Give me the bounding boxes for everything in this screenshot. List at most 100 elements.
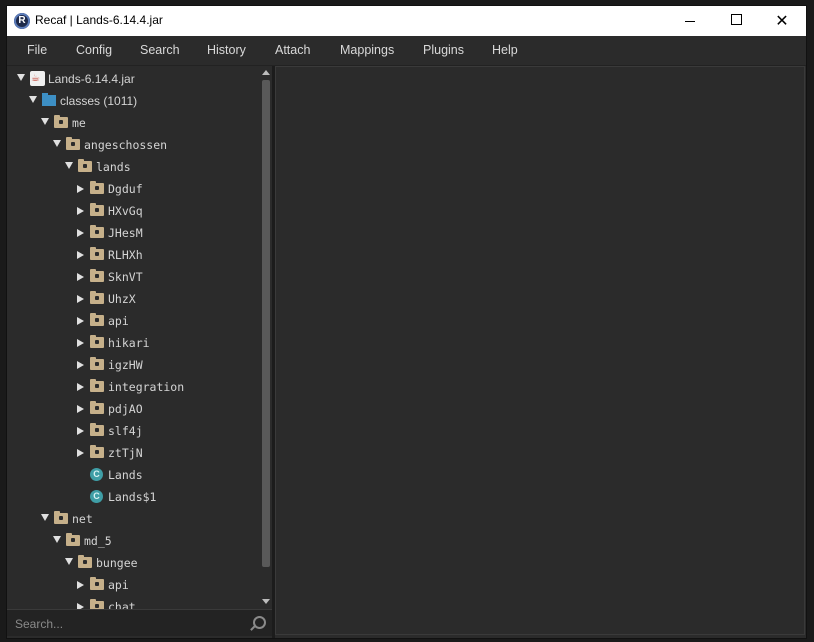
tree-item[interactable]: slf4j [7,420,257,442]
package-icon [90,203,104,216]
collapse-arrow-icon[interactable] [77,338,84,347]
tree-item-label: integration [108,380,185,394]
collapse-arrow-icon[interactable] [77,404,84,413]
tree-item[interactable]: hikari [7,332,257,354]
tree-item[interactable]: chat [7,596,257,609]
tree-item[interactable]: RLHXh [7,244,257,266]
expand-arrow-icon[interactable] [29,96,37,103]
collapse-arrow-icon[interactable] [77,184,84,193]
expand-arrow-icon[interactable] [65,558,73,565]
package-icon [78,555,92,568]
menu-file[interactable]: File [17,36,57,65]
tree-item[interactable]: angeschossen [7,134,257,156]
package-icon [66,137,80,150]
tree-item[interactable]: pdjAO [7,398,257,420]
tree-item-label: ztTjN [108,446,143,460]
tree-item-label: Lands-6.14.4.jar [48,72,135,86]
tree-item[interactable]: SknVT [7,266,257,288]
package-icon [54,115,68,128]
tree-item[interactable]: ztTjN [7,442,257,464]
menu-history[interactable]: History [197,36,256,65]
minimize-button[interactable] [667,6,713,36]
tree-search [7,609,272,636]
tree-item-label: JHesM [108,226,143,240]
tree-item-label: slf4j [108,424,143,438]
class-icon [90,490,103,503]
tree-item[interactable]: api [7,574,257,596]
tree-item-label: RLHXh [108,248,143,262]
tree-item[interactable]: Lands-6.14.4.jar [7,68,257,90]
collapse-arrow-icon[interactable] [77,360,84,369]
app-window: Recaf | Lands-6.14.4.jar ✕ File Config S… [7,6,806,638]
menu-search[interactable]: Search [130,36,190,65]
tree-item[interactable]: HXvGq [7,200,257,222]
package-icon [90,357,104,370]
minimize-icon [685,20,695,22]
tree-item[interactable]: net [7,508,257,530]
expand-arrow-icon[interactable] [41,118,49,125]
collapse-arrow-icon[interactable] [77,206,84,215]
package-icon [90,225,104,238]
collapse-arrow-icon[interactable] [77,382,84,391]
tree-item-label: bungee [96,556,138,570]
tree-item[interactable]: JHesM [7,222,257,244]
tree-item[interactable]: Lands$1 [7,486,257,508]
scroll-up-icon[interactable] [262,70,270,75]
tree-item-label: lands [96,160,131,174]
expand-arrow-icon[interactable] [17,74,25,81]
menu-mappings[interactable]: Mappings [330,36,404,65]
package-icon [90,181,104,194]
tree-item[interactable]: api [7,310,257,332]
collapse-arrow-icon[interactable] [77,580,84,589]
editor-pane[interactable] [275,66,805,635]
title-bar[interactable]: Recaf | Lands-6.14.4.jar ✕ [7,6,806,36]
tree-item[interactable]: integration [7,376,257,398]
menu-plugins[interactable]: Plugins [413,36,474,65]
menu-help[interactable]: Help [482,36,528,65]
collapse-arrow-icon[interactable] [77,294,84,303]
package-icon [90,269,104,282]
menu-bar: File Config Search History Attach Mappin… [7,36,806,66]
collapse-arrow-icon[interactable] [77,228,84,237]
expand-arrow-icon[interactable] [65,162,73,169]
tree-item[interactable]: UhzX [7,288,257,310]
tree-item[interactable]: classes (1011) [7,90,257,112]
tree-item[interactable]: bungee [7,552,257,574]
collapse-arrow-icon[interactable] [77,250,84,259]
maximize-button[interactable] [713,6,759,36]
tree-item[interactable]: Dgduf [7,178,257,200]
tree-item[interactable]: igzHW [7,354,257,376]
expand-arrow-icon[interactable] [53,536,61,543]
menu-attach[interactable]: Attach [265,36,320,65]
tree-item[interactable]: Lands [7,464,257,486]
tree-item[interactable]: lands [7,156,257,178]
tree-item[interactable]: me [7,112,257,134]
tree-item-label: chat [108,600,136,609]
expand-arrow-icon[interactable] [41,514,49,521]
tree-item-label: Dgduf [108,182,143,196]
tree-scrollbar[interactable] [259,66,272,609]
menu-config[interactable]: Config [66,36,122,65]
tree-item-label: angeschossen [84,138,168,152]
collapse-arrow-icon[interactable] [77,426,84,435]
package-icon [90,379,104,392]
close-button[interactable]: ✕ [759,6,805,36]
tree-item-label: api [108,314,129,328]
collapse-arrow-icon[interactable] [77,316,84,325]
package-icon [90,335,104,348]
package-icon [54,511,68,524]
scroll-down-icon[interactable] [262,599,270,604]
package-icon [90,247,104,260]
collapse-arrow-icon[interactable] [77,448,84,457]
workspace-tree[interactable]: Lands-6.14.4.jar classes (1011) me angescho… [7,66,272,609]
search-input[interactable] [13,613,247,635]
tree-item-label: Lands$1 [108,490,157,504]
collapse-arrow-icon[interactable] [77,272,84,281]
tree-item[interactable]: md_5 [7,530,257,552]
scroll-thumb[interactable] [262,80,270,567]
expand-arrow-icon[interactable] [53,140,61,147]
package-icon [78,159,92,172]
search-icon[interactable] [253,616,266,629]
tree-item-label: Lands [108,468,143,482]
package-icon [90,401,104,414]
